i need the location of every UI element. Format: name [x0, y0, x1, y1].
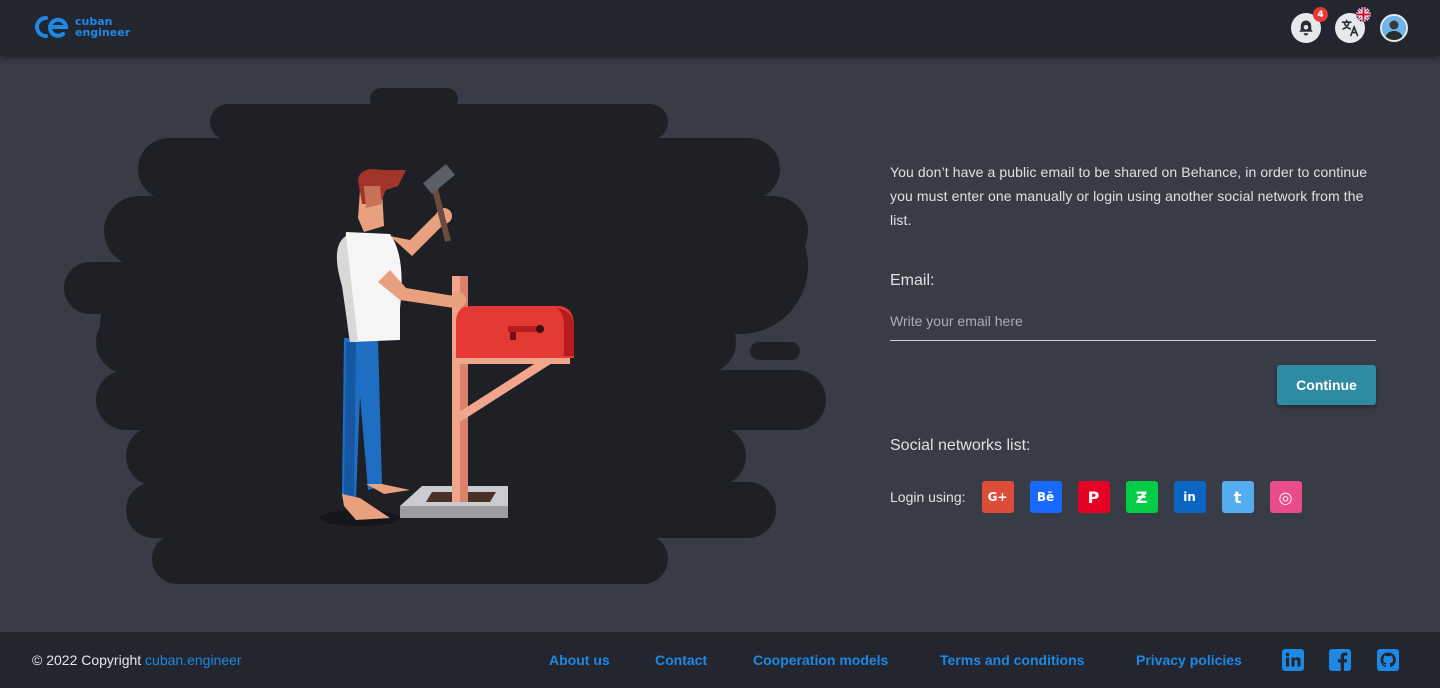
- logo-mark-icon: [35, 16, 69, 38]
- twitter-login-button[interactable]: t: [1221, 481, 1254, 513]
- deviantart-login-button[interactable]: Ƶ: [1125, 481, 1158, 513]
- google-plus-login-button[interactable]: G+: [981, 481, 1014, 513]
- top-header: cuban engineer 4: [0, 0, 1440, 56]
- linkedin-icon: in: [1183, 490, 1196, 504]
- footer-link-cooperation[interactable]: Cooperation models: [753, 652, 888, 668]
- email-form-panel: You don’t have a public email to be shar…: [890, 160, 1376, 513]
- footer-link-privacy[interactable]: Privacy policies: [1136, 652, 1242, 668]
- social-network-list: G+ Bē P Ƶin t ◎: [981, 481, 1318, 513]
- logo-text: cuban engineer: [75, 16, 130, 38]
- social-networks-title: Social networks list:: [890, 437, 1031, 454]
- uk-flag-icon: [1356, 7, 1371, 22]
- linkedin-login-button[interactable]: in: [1173, 481, 1206, 513]
- user-avatar[interactable]: [1380, 14, 1408, 42]
- login-using-label: Login using:: [890, 489, 966, 505]
- footer-link-contact[interactable]: Contact: [655, 652, 707, 668]
- continue-row: Continue: [890, 365, 1376, 405]
- logo[interactable]: cuban engineer: [32, 14, 130, 40]
- translate-icon: [1341, 19, 1359, 37]
- copyright: © 2022 Copyright cuban.engineer: [32, 652, 242, 668]
- continue-button[interactable]: Continue: [1277, 365, 1376, 405]
- site-link[interactable]: cuban.engineer: [145, 652, 242, 668]
- pinterest-login-button[interactable]: P: [1077, 481, 1110, 513]
- email-input[interactable]: [890, 311, 1376, 341]
- deviantart-icon: Ƶ: [1135, 487, 1148, 507]
- email-label: Email:: [890, 272, 935, 289]
- intro-text: You don’t have a public email to be shar…: [890, 164, 1368, 228]
- facebook-icon[interactable]: [1328, 648, 1352, 672]
- notifications-badge: 4: [1313, 7, 1328, 22]
- bell-icon: [1299, 20, 1313, 36]
- social-login-row: Login using: G+ Bē P Ƶin t ◎: [890, 481, 1376, 513]
- footer: © 2022 Copyright cuban.engineer About us…: [0, 632, 1440, 688]
- footer-link-about[interactable]: About us: [549, 652, 610, 668]
- pinterest-icon: P: [1087, 487, 1100, 507]
- behance-icon: Bē: [1036, 490, 1055, 504]
- twitter-icon: t: [1233, 487, 1242, 507]
- google-plus-icon: G+: [987, 490, 1008, 504]
- avatar-person-icon: [1382, 16, 1406, 40]
- behance-login-button[interactable]: Bē: [1029, 481, 1062, 513]
- footer-link-terms[interactable]: Terms and conditions: [940, 652, 1084, 668]
- dribbble-icon: ◎: [1278, 487, 1293, 507]
- logo-line2: engineer: [75, 26, 131, 39]
- linkedin-icon[interactable]: [1281, 648, 1305, 672]
- dribbble-login-button[interactable]: ◎: [1269, 481, 1302, 513]
- github-icon[interactable]: [1376, 648, 1400, 672]
- copyright-text: © 2022 Copyright: [32, 652, 142, 668]
- mailbox-illustration: [64, 88, 826, 584]
